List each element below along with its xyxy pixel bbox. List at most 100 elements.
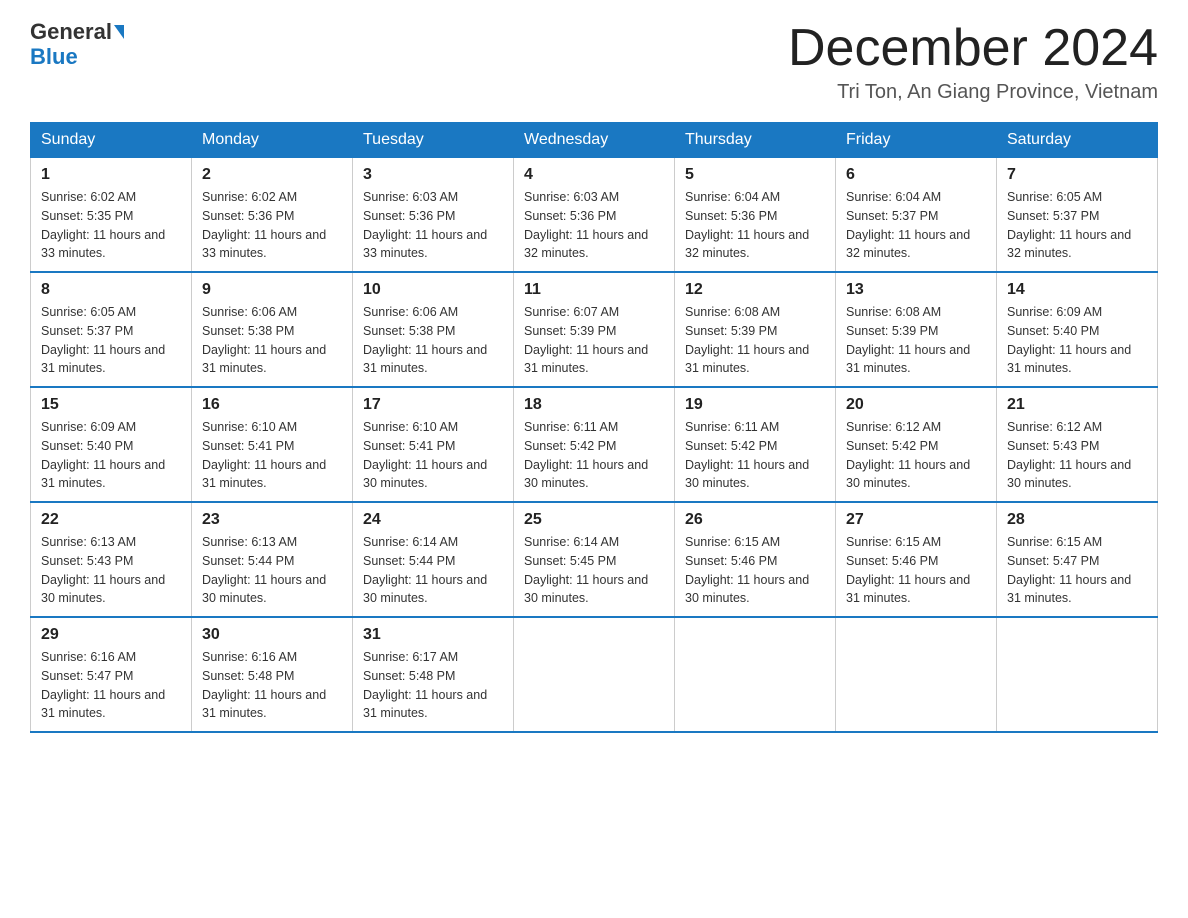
calendar-cell: 14 Sunrise: 6:09 AMSunset: 5:40 PMDayligh… bbox=[997, 272, 1158, 387]
day-number: 20 bbox=[846, 396, 986, 414]
day-info: Sunrise: 6:15 AMSunset: 5:47 PMDaylight:… bbox=[1007, 533, 1147, 608]
calendar-cell: 7 Sunrise: 6:05 AMSunset: 5:37 PMDaylight… bbox=[997, 158, 1158, 273]
calendar-cell: 16 Sunrise: 6:10 AMSunset: 5:41 PMDayligh… bbox=[192, 387, 353, 502]
week-row-4: 22 Sunrise: 6:13 AMSunset: 5:43 PMDayligh… bbox=[31, 502, 1158, 617]
day-info: Sunrise: 6:13 AMSunset: 5:44 PMDaylight:… bbox=[202, 533, 342, 608]
day-number: 5 bbox=[685, 166, 825, 184]
day-number: 26 bbox=[685, 511, 825, 529]
calendar-table: SundayMondayTuesdayWednesdayThursdayFrid… bbox=[30, 122, 1158, 733]
day-number: 2 bbox=[202, 166, 342, 184]
calendar-cell: 31 Sunrise: 6:17 AMSunset: 5:48 PMDayligh… bbox=[353, 617, 514, 732]
day-info: Sunrise: 6:08 AMSunset: 5:39 PMDaylight:… bbox=[685, 303, 825, 378]
day-number: 30 bbox=[202, 626, 342, 644]
day-info: Sunrise: 6:04 AMSunset: 5:37 PMDaylight:… bbox=[846, 188, 986, 263]
day-info: Sunrise: 6:07 AMSunset: 5:39 PMDaylight:… bbox=[524, 303, 664, 378]
day-number: 15 bbox=[41, 396, 181, 414]
calendar-cell: 1 Sunrise: 6:02 AMSunset: 5:35 PMDaylight… bbox=[31, 158, 192, 273]
day-info: Sunrise: 6:04 AMSunset: 5:36 PMDaylight:… bbox=[685, 188, 825, 263]
day-number: 16 bbox=[202, 396, 342, 414]
week-row-5: 29 Sunrise: 6:16 AMSunset: 5:47 PMDayligh… bbox=[31, 617, 1158, 732]
calendar-body: 1 Sunrise: 6:02 AMSunset: 5:35 PMDaylight… bbox=[31, 158, 1158, 733]
day-header-wednesday: Wednesday bbox=[514, 123, 675, 158]
day-number: 25 bbox=[524, 511, 664, 529]
logo-blue: Blue bbox=[30, 44, 78, 70]
day-number: 27 bbox=[846, 511, 986, 529]
day-info: Sunrise: 6:08 AMSunset: 5:39 PMDaylight:… bbox=[846, 303, 986, 378]
day-header-saturday: Saturday bbox=[997, 123, 1158, 158]
calendar-cell: 18 Sunrise: 6:11 AMSunset: 5:42 PMDayligh… bbox=[514, 387, 675, 502]
calendar-cell: 6 Sunrise: 6:04 AMSunset: 5:37 PMDaylight… bbox=[836, 158, 997, 273]
day-header-row: SundayMondayTuesdayWednesdayThursdayFrid… bbox=[31, 123, 1158, 158]
logo: General Blue bbox=[30, 20, 124, 70]
day-info: Sunrise: 6:02 AMSunset: 5:36 PMDaylight:… bbox=[202, 188, 342, 263]
calendar-cell: 27 Sunrise: 6:15 AMSunset: 5:46 PMDayligh… bbox=[836, 502, 997, 617]
day-info: Sunrise: 6:02 AMSunset: 5:35 PMDaylight:… bbox=[41, 188, 181, 263]
day-info: Sunrise: 6:16 AMSunset: 5:48 PMDaylight:… bbox=[202, 648, 342, 723]
page-header: General Blue December 2024 Tri Ton, An G… bbox=[30, 20, 1158, 104]
calendar-cell bbox=[997, 617, 1158, 732]
day-info: Sunrise: 6:12 AMSunset: 5:42 PMDaylight:… bbox=[846, 418, 986, 493]
day-number: 11 bbox=[524, 281, 664, 299]
calendar-cell: 19Sunrise: 6:11 AMSunset: 5:42 PMDayligh… bbox=[675, 387, 836, 502]
logo-arrow-icon bbox=[114, 25, 124, 39]
day-header-friday: Friday bbox=[836, 123, 997, 158]
day-number: 19 bbox=[685, 396, 825, 414]
calendar-cell: 23 Sunrise: 6:13 AMSunset: 5:44 PMDayligh… bbox=[192, 502, 353, 617]
day-info: Sunrise: 6:10 AMSunset: 5:41 PMDaylight:… bbox=[202, 418, 342, 493]
day-number: 28 bbox=[1007, 511, 1147, 529]
title-block: December 2024 Tri Ton, An Giang Province… bbox=[788, 20, 1158, 104]
calendar-cell: 20 Sunrise: 6:12 AMSunset: 5:42 PMDayligh… bbox=[836, 387, 997, 502]
day-number: 21 bbox=[1007, 396, 1147, 414]
day-number: 6 bbox=[846, 166, 986, 184]
calendar-cell: 10Sunrise: 6:06 AMSunset: 5:38 PMDayligh… bbox=[353, 272, 514, 387]
calendar-cell bbox=[836, 617, 997, 732]
day-info: Sunrise: 6:06 AMSunset: 5:38 PMDaylight:… bbox=[363, 303, 503, 378]
day-header-thursday: Thursday bbox=[675, 123, 836, 158]
day-info: Sunrise: 6:14 AMSunset: 5:44 PMDaylight:… bbox=[363, 533, 503, 608]
day-info: Sunrise: 6:09 AMSunset: 5:40 PMDaylight:… bbox=[1007, 303, 1147, 378]
day-number: 23 bbox=[202, 511, 342, 529]
calendar-cell: 25 Sunrise: 6:14 AMSunset: 5:45 PMDayligh… bbox=[514, 502, 675, 617]
calendar-cell: 13Sunrise: 6:08 AMSunset: 5:39 PMDayligh… bbox=[836, 272, 997, 387]
day-info: Sunrise: 6:10 AMSunset: 5:41 PMDaylight:… bbox=[363, 418, 503, 493]
day-info: Sunrise: 6:03 AMSunset: 5:36 PMDaylight:… bbox=[524, 188, 664, 263]
calendar-cell: 26Sunrise: 6:15 AMSunset: 5:46 PMDayligh… bbox=[675, 502, 836, 617]
week-row-1: 1 Sunrise: 6:02 AMSunset: 5:35 PMDaylight… bbox=[31, 158, 1158, 273]
day-number: 17 bbox=[363, 396, 503, 414]
day-info: Sunrise: 6:13 AMSunset: 5:43 PMDaylight:… bbox=[41, 533, 181, 608]
calendar-cell: 21Sunrise: 6:12 AMSunset: 5:43 PMDayligh… bbox=[997, 387, 1158, 502]
calendar-cell: 22 Sunrise: 6:13 AMSunset: 5:43 PMDayligh… bbox=[31, 502, 192, 617]
day-number: 31 bbox=[363, 626, 503, 644]
day-info: Sunrise: 6:17 AMSunset: 5:48 PMDaylight:… bbox=[363, 648, 503, 723]
day-number: 14 bbox=[1007, 281, 1147, 299]
day-number: 22 bbox=[41, 511, 181, 529]
day-info: Sunrise: 6:05 AMSunset: 5:37 PMDaylight:… bbox=[1007, 188, 1147, 263]
calendar-cell: 5 Sunrise: 6:04 AMSunset: 5:36 PMDaylight… bbox=[675, 158, 836, 273]
day-info: Sunrise: 6:11 AMSunset: 5:42 PMDaylight:… bbox=[524, 418, 664, 493]
day-header-monday: Monday bbox=[192, 123, 353, 158]
day-number: 8 bbox=[41, 281, 181, 299]
calendar-cell bbox=[675, 617, 836, 732]
calendar-cell: 17 Sunrise: 6:10 AMSunset: 5:41 PMDayligh… bbox=[353, 387, 514, 502]
calendar-cell: 11 Sunrise: 6:07 AMSunset: 5:39 PMDayligh… bbox=[514, 272, 675, 387]
calendar-cell: 9Sunrise: 6:06 AMSunset: 5:38 PMDaylight… bbox=[192, 272, 353, 387]
day-number: 18 bbox=[524, 396, 664, 414]
day-info: Sunrise: 6:09 AMSunset: 5:40 PMDaylight:… bbox=[41, 418, 181, 493]
day-header-sunday: Sunday bbox=[31, 123, 192, 158]
calendar-cell bbox=[514, 617, 675, 732]
calendar-cell: 12Sunrise: 6:08 AMSunset: 5:39 PMDayligh… bbox=[675, 272, 836, 387]
day-number: 1 bbox=[41, 166, 181, 184]
day-info: Sunrise: 6:15 AMSunset: 5:46 PMDaylight:… bbox=[846, 533, 986, 608]
day-info: Sunrise: 6:14 AMSunset: 5:45 PMDaylight:… bbox=[524, 533, 664, 608]
calendar-cell: 29 Sunrise: 6:16 AMSunset: 5:47 PMDayligh… bbox=[31, 617, 192, 732]
day-number: 29 bbox=[41, 626, 181, 644]
day-info: Sunrise: 6:16 AMSunset: 5:47 PMDaylight:… bbox=[41, 648, 181, 723]
calendar-cell: 3Sunrise: 6:03 AMSunset: 5:36 PMDaylight… bbox=[353, 158, 514, 273]
day-number: 9 bbox=[202, 281, 342, 299]
calendar-cell: 30 Sunrise: 6:16 AMSunset: 5:48 PMDayligh… bbox=[192, 617, 353, 732]
calendar-cell: 24Sunrise: 6:14 AMSunset: 5:44 PMDayligh… bbox=[353, 502, 514, 617]
day-number: 7 bbox=[1007, 166, 1147, 184]
day-info: Sunrise: 6:05 AMSunset: 5:37 PMDaylight:… bbox=[41, 303, 181, 378]
week-row-3: 15 Sunrise: 6:09 AMSunset: 5:40 PMDayligh… bbox=[31, 387, 1158, 502]
calendar-cell: 15 Sunrise: 6:09 AMSunset: 5:40 PMDayligh… bbox=[31, 387, 192, 502]
